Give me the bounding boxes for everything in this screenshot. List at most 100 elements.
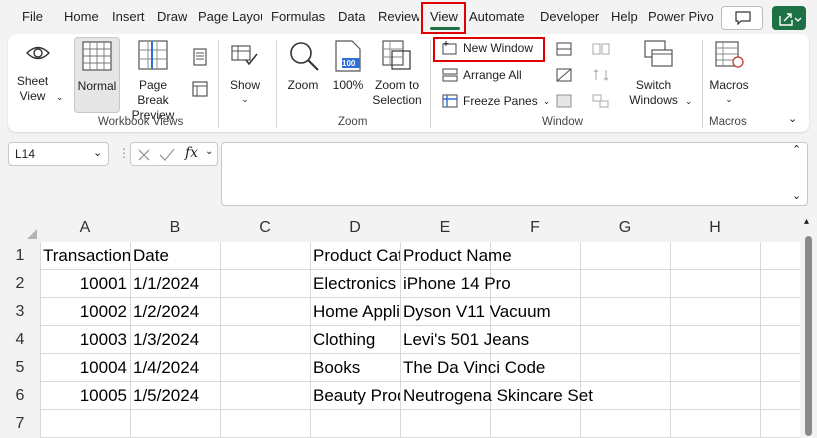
synchronous-scrolling-icon[interactable] <box>592 68 610 82</box>
tab-formulas[interactable]: Formulas <box>271 9 325 24</box>
cell-b6[interactable]: 1/5/2024 <box>130 382 220 410</box>
select-all-corner[interactable] <box>0 214 40 242</box>
cell-e2[interactable]: iPhone 14 Pro <box>400 270 660 298</box>
new-window-highlight <box>433 37 545 62</box>
ribbon-panel: Sheet View ⌄ Normal Page Break Preview W… <box>8 34 809 132</box>
eye-icon <box>26 46 50 60</box>
tab-automate[interactable]: Automate <box>469 9 525 24</box>
tab-page-layout[interactable]: Page Layout <box>198 9 262 24</box>
zoom-button[interactable]: Zoom <box>282 38 324 112</box>
insert-function-button[interactable]: fx <box>185 145 198 161</box>
scroll-up-icon[interactable]: ▴ <box>804 216 809 227</box>
chevron-down-icon: ⌄ <box>725 94 733 104</box>
column-header-c[interactable]: C <box>220 214 310 242</box>
chevron-down-icon[interactable]: ⌄ <box>205 146 213 157</box>
row-header-4[interactable]: 4 <box>0 326 40 354</box>
formula-controls: fx ⌄ <box>130 142 218 166</box>
cell-d1[interactable]: Product Category <box>310 242 400 270</box>
column-header-h[interactable]: H <box>670 214 760 242</box>
collapse-ribbon-chevron-icon[interactable]: ⌄ <box>788 112 797 125</box>
cancel-icon[interactable] <box>137 148 151 162</box>
cell-b4[interactable]: 1/3/2024 <box>130 326 220 354</box>
normal-view-button[interactable]: Normal <box>74 37 120 113</box>
tab-draw[interactable]: Draw <box>157 9 187 24</box>
row-header-5[interactable]: 5 <box>0 354 40 382</box>
reset-window-position-icon[interactable] <box>592 94 610 108</box>
macros-icon <box>715 41 744 68</box>
comments-button[interactable] <box>721 6 763 30</box>
page-layout-view-icon[interactable] <box>192 48 208 66</box>
row-header-3[interactable]: 3 <box>0 298 40 326</box>
magnifier-icon <box>290 42 319 71</box>
chevron-down-icon[interactable]: ⌄ <box>792 189 801 202</box>
column-header-e[interactable]: E <box>400 214 490 242</box>
cell-b3[interactable]: 1/2/2024 <box>130 298 220 326</box>
cell-d5[interactable]: Books <box>310 354 400 382</box>
column-header-b[interactable]: B <box>130 214 220 242</box>
cell-a5[interactable]: 10004 <box>40 354 130 382</box>
cell-b1[interactable]: Date <box>130 242 220 270</box>
share-button[interactable] <box>772 6 806 30</box>
show-button[interactable]: Show ⌄ <box>224 38 266 112</box>
column-header-a[interactable]: A <box>40 214 130 242</box>
tab-power-pivot[interactable]: Power Pivot <box>648 9 714 24</box>
cell-d4[interactable]: Clothing <box>310 326 400 354</box>
ribbon-tab-bar: File Home Insert Draw Page Layout Formul… <box>0 0 817 34</box>
view-side-by-side-icon[interactable] <box>592 42 610 56</box>
zoom-to-selection-button[interactable]: Zoom to Selection <box>370 38 424 112</box>
column-header-next[interactable] <box>760 214 800 242</box>
scrollbar-thumb[interactable] <box>805 236 812 436</box>
row-header-6[interactable]: 6 <box>0 382 40 410</box>
arrange-all-button[interactable]: Arrange All <box>442 68 522 82</box>
row-header-2[interactable]: 2 <box>0 270 40 298</box>
name-box-value: L14 <box>15 147 36 161</box>
chevron-down-icon[interactable]: ⌄ <box>93 146 102 159</box>
cell-a1[interactable]: Transaction ID <box>40 242 130 270</box>
column-header-f[interactable]: F <box>490 214 580 242</box>
cell-e5[interactable]: The Da Vinci Code <box>400 354 660 382</box>
custom-views-icon[interactable] <box>192 80 208 98</box>
tab-insert[interactable]: Insert <box>112 9 145 24</box>
cell-e1[interactable]: Product Name <box>400 242 600 270</box>
macros-button[interactable]: Macros ⌄ <box>706 38 752 112</box>
column-header-g[interactable]: G <box>580 214 670 242</box>
cell-a4[interactable]: 10003 <box>40 326 130 354</box>
cell-a6[interactable]: 10005 <box>40 382 130 410</box>
vertical-scrollbar[interactable]: ▴ <box>800 214 817 438</box>
tab-data[interactable]: Data <box>338 9 365 24</box>
column-header-d[interactable]: D <box>310 214 400 242</box>
hide-icon[interactable] <box>556 68 572 82</box>
cell-e6[interactable]: Neutrogena Skincare Set <box>400 382 660 410</box>
zoom-label: Zoom <box>287 78 319 92</box>
row-header-7[interactable]: 7 <box>0 410 40 438</box>
chevron-up-icon[interactable]: ⌃ <box>792 143 801 156</box>
cell-e4[interactable]: Levi's 501 Jeans <box>400 326 660 354</box>
cell-b2[interactable]: 1/1/2024 <box>130 270 220 298</box>
zoom-100-button[interactable]: 100 100% <box>330 38 366 112</box>
switch-windows-button[interactable]: Switch Windows ⌄ <box>624 38 694 112</box>
page-break-preview-button[interactable]: Page Break Preview <box>122 38 184 122</box>
cell-d6[interactable]: Beauty Products <box>310 382 400 410</box>
freeze-panes-button[interactable]: Freeze Panes ⌄ <box>442 94 550 108</box>
tab-review[interactable]: Review <box>378 9 419 24</box>
cell-d3[interactable]: Home Appliances <box>310 298 400 326</box>
cell-a3[interactable]: 10002 <box>40 298 130 326</box>
cell-e3[interactable]: Dyson V11 Vacuum <box>400 298 660 326</box>
normal-label: Normal <box>77 79 117 93</box>
cell-b5[interactable]: 1/4/2024 <box>130 354 220 382</box>
name-box[interactable]: L14 ⌄ <box>8 142 109 166</box>
tab-help[interactable]: Help <box>611 9 638 24</box>
unhide-icon[interactable] <box>556 94 572 108</box>
tab-home[interactable]: Home <box>64 9 99 24</box>
sheet-view-button[interactable]: Sheet View ⌄ <box>12 38 64 112</box>
row-header-1[interactable]: 1 <box>0 242 40 270</box>
cell-a2[interactable]: 10001 <box>40 270 130 298</box>
formula-input[interactable]: ⌃ ⌄ <box>221 142 808 206</box>
share-icon <box>779 13 802 26</box>
enter-check-icon[interactable] <box>159 148 175 162</box>
split-icon[interactable] <box>556 42 572 56</box>
tab-developer[interactable]: Developer <box>540 9 599 24</box>
tab-file[interactable]: File <box>22 9 43 24</box>
cell-d2[interactable]: Electronics <box>310 270 400 298</box>
freeze-panes-label: Freeze Panes <box>463 94 538 108</box>
